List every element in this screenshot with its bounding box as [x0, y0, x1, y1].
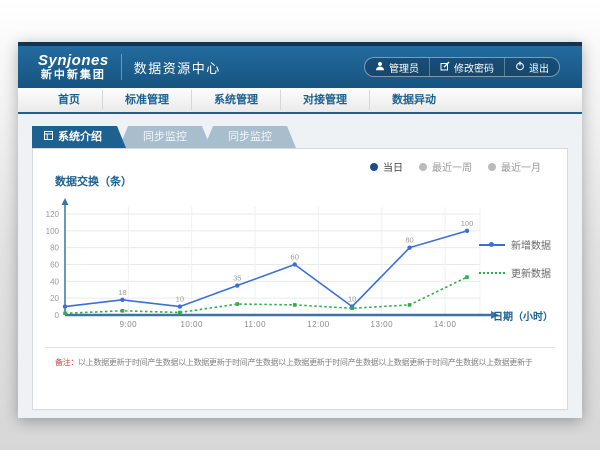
document-icon [44, 126, 53, 148]
change-password-button[interactable]: 修改密码 [429, 58, 504, 76]
time-range-week-label: 最近一周 [432, 159, 472, 174]
power-icon [515, 61, 525, 74]
brand-logo[interactable]: Synjones 新中新集团 [38, 53, 109, 82]
legend-item-update-data[interactable]: 更新数据 [479, 265, 551, 280]
header-actions: 管理员 修改密码 退出 [364, 57, 560, 77]
tab-sync-monitor-2-label: 同步监控 [228, 131, 272, 143]
tab-sync-monitor-2[interactable]: 同步监控 [204, 126, 296, 148]
chart-y-axis-title: 数据交换（条） [55, 173, 132, 189]
time-range-radio[interactable]: 最近一月 [488, 159, 541, 174]
svg-text:10:00: 10:00 [180, 320, 203, 329]
footnote-colon: ： [70, 358, 78, 367]
svg-text:13:00: 13:00 [371, 320, 394, 329]
nav-item-data-change[interactable]: 数据异动 [369, 90, 458, 110]
admin-user-button[interactable]: 管理员 [365, 58, 429, 76]
svg-text:0: 0 [55, 311, 60, 320]
time-range-selector: 当日 最近一周 最近一月 [370, 159, 541, 174]
nav-item-standard-management[interactable]: 标准管理 [102, 90, 191, 110]
user-icon [375, 61, 385, 74]
footnote-text: 以上数据更新于时间产生数据以上数据更新于时间产生数据以上数据更新于时间产生数据以… [78, 358, 532, 367]
solid-line-icon [479, 244, 505, 246]
logout-label: 退出 [529, 60, 549, 75]
note-divider [45, 347, 555, 348]
app-header: Synjones 新中新集团 数据资源中心 管理员 修改密码 [18, 46, 582, 88]
chart-panel: 当日 最近一周 最近一月 数据交换（条） 0 20 40 60 80 100 120 9:00… [32, 148, 568, 410]
radio-dot-icon [370, 163, 378, 171]
chart-x-axis-title: 日期（小时） [493, 308, 553, 323]
app-title: 数据资源中心 [134, 58, 221, 77]
nav-item-home[interactable]: 首页 [36, 90, 102, 110]
svg-text:35: 35 [233, 274, 241, 283]
svg-text:9:00: 9:00 [120, 320, 138, 329]
svg-text:12:00: 12:00 [307, 320, 330, 329]
svg-text:120: 120 [46, 210, 60, 219]
footnote: 备注：以上数据更新于时间产生数据以上数据更新于时间产生数据以上数据更新于时间产生… [55, 357, 555, 368]
change-password-label: 修改密码 [454, 60, 494, 75]
app-window: Synjones 新中新集团 数据资源中心 管理员 修改密码 [18, 42, 582, 418]
tab-sync-monitor-1-label: 同步监控 [143, 131, 187, 143]
legend-item-new-data[interactable]: 新增数据 [479, 237, 551, 252]
radio-dot-icon [419, 163, 427, 171]
svg-text:100: 100 [46, 227, 60, 236]
tab-system-intro-label: 系统介绍 [58, 126, 102, 148]
svg-text:40: 40 [50, 277, 59, 286]
brand-logo-name: Synjones [38, 53, 109, 70]
content-area: 系统介绍 同步监控 同步监控 当日 最近一周 [18, 114, 582, 418]
time-range-today-label: 当日 [383, 159, 403, 174]
footnote-label: 备注 [55, 358, 70, 367]
svg-text:80: 80 [50, 244, 59, 253]
svg-text:80: 80 [405, 236, 413, 245]
nav-item-integration-management[interactable]: 对接管理 [280, 90, 369, 110]
brand-logo-subtitle: 新中新集团 [38, 69, 109, 81]
svg-text:18: 18 [118, 288, 126, 297]
edit-icon [440, 61, 450, 74]
svg-text:100: 100 [461, 219, 474, 228]
time-range-radio[interactable]: 当日 [370, 159, 403, 174]
marker-dot-icon [489, 242, 494, 247]
svg-text:60: 60 [291, 253, 299, 262]
svg-text:10: 10 [348, 295, 356, 304]
chart-legend: 新增数据 更新数据 [479, 237, 551, 280]
nav-item-system-management[interactable]: 系统管理 [191, 90, 280, 110]
time-range-radio[interactable]: 最近一周 [419, 159, 472, 174]
svg-text:14:00: 14:00 [434, 320, 457, 329]
admin-user-label: 管理员 [389, 60, 419, 75]
legend-new-data-label: 新增数据 [511, 237, 551, 252]
header-divider [121, 54, 122, 80]
tab-sync-monitor-1[interactable]: 同步监控 [119, 126, 211, 148]
time-range-month-label: 最近一月 [501, 159, 541, 174]
svg-text:11:00: 11:00 [244, 320, 266, 329]
page-background: Synjones 新中新集团 数据资源中心 管理员 修改密码 [0, 0, 600, 450]
svg-text:60: 60 [50, 261, 59, 270]
legend-update-data-label: 更新数据 [511, 265, 551, 280]
tab-bar: 系统介绍 同步监控 同步监控 [32, 126, 568, 148]
dotted-line-icon [479, 272, 505, 274]
svg-text:20: 20 [50, 294, 59, 303]
radio-dot-icon [488, 163, 496, 171]
svg-text:10: 10 [176, 295, 184, 304]
tab-system-intro[interactable]: 系统介绍 [32, 126, 126, 148]
main-navigation: 首页 标准管理 系统管理 对接管理 数据异动 [18, 88, 582, 114]
logout-button[interactable]: 退出 [504, 58, 559, 76]
